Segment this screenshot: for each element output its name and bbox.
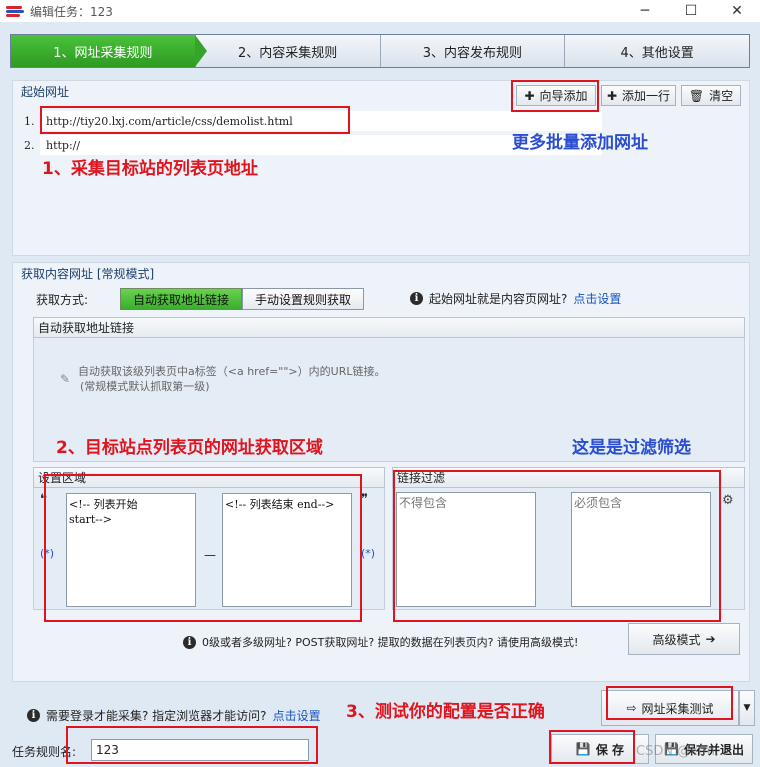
tab-url-rules[interactable]: 1、网址采集规则 <box>11 35 207 67</box>
save-button[interactable]: 💾 保 存 <box>551 734 649 764</box>
tab-label: 1、网址采集规则 <box>53 45 153 61</box>
info-icon: i <box>27 709 40 722</box>
chevron-down-icon: ▼ <box>743 703 751 713</box>
annotation-1: 1、采集目标站的列表页地址 <box>42 159 258 179</box>
method-auto-button[interactable]: 自动获取地址链接 <box>120 288 242 310</box>
plus-icon: ✚ <box>524 88 535 103</box>
step-tabs: 1、网址采集规则 2、内容采集规则 3、内容发布规则 4、其他设置 <box>10 34 750 68</box>
login-hint: i 需要登录才能采集? 指定浏览器才能访问? 点击设置 <box>27 707 321 724</box>
annotation-more-urls: 更多批量添加网址 <box>512 133 648 153</box>
method-manual-button[interactable]: 手动设置规则获取 <box>242 288 364 310</box>
title-bar: 编辑任务：123 ─ ☐ ✕ <box>0 0 760 22</box>
tab-other-settings[interactable]: 4、其他设置 <box>564 35 749 67</box>
annotation-filter: 这是是过滤筛选 <box>572 438 691 458</box>
arrow-right-icon: ➔ <box>705 632 716 646</box>
clear-button[interactable]: 🗑 清空 <box>681 85 741 106</box>
test-dropdown-button[interactable]: ▼ <box>739 690 755 726</box>
wildcard-left[interactable]: (*) <box>40 547 54 560</box>
trash-icon: 🗑 <box>688 88 705 103</box>
row-number: 2. <box>24 138 35 152</box>
method-label: 获取方式: <box>36 293 89 307</box>
tab-publish-rules[interactable]: 3、内容发布规则 <box>379 35 565 67</box>
auto-links-header: 自动获取地址链接 <box>33 317 745 338</box>
info-icon: i <box>410 292 423 305</box>
filter-header: 链接过滤 <box>392 467 745 488</box>
exclude-textarea[interactable]: 不得包含 <box>396 492 536 607</box>
auto-desc-line2: (常规模式默认抓取第一级) <box>80 380 210 393</box>
url-test-button[interactable]: ⇨ 网址采集测试 <box>601 690 739 726</box>
area-header: 设置区域 <box>33 467 385 488</box>
minimize-button[interactable]: ─ <box>622 0 668 22</box>
gear-icon[interactable]: ⚙ <box>722 493 734 508</box>
tab-label: 3、内容发布规则 <box>422 45 523 61</box>
include-textarea[interactable]: 必须包含 <box>571 492 711 607</box>
wizard-add-button[interactable]: ✚ 向导添加 <box>516 85 596 106</box>
floppy-icon: 💾 <box>575 742 591 756</box>
start-is-content-hint: i 起始网址就是内容页网址? 点击设置 <box>410 290 621 307</box>
task-name-input[interactable]: 123 <box>91 739 309 761</box>
quote-open-icon: ❝ <box>40 492 47 507</box>
content-urls-title: 获取内容网址 [常规模式] <box>21 267 155 281</box>
tab-content-rules[interactable]: 2、内容采集规则 <box>194 35 380 67</box>
info-icon: i <box>183 635 196 649</box>
annotation-2: 2、目标站点列表页的网址获取区域 <box>56 438 323 458</box>
wildcard-right[interactable]: (*) <box>361 547 375 560</box>
row-number: 1. <box>24 114 35 128</box>
dash-separator: — <box>204 548 216 562</box>
annotation-3: 3、测试你的配置是否正确 <box>346 702 545 722</box>
advanced-mode-button[interactable]: 高级模式 ➔ <box>628 623 740 655</box>
tab-label: 4、其他设置 <box>620 45 694 61</box>
list-end-textarea[interactable]: <!-- 列表结束 end--> <box>222 493 352 607</box>
list-start-textarea[interactable]: <!-- 列表开始 start--> <box>66 493 196 607</box>
auto-desc-line1: 自动获取该级列表页中a标签（<a href="">）内的URL链接。 <box>78 365 386 378</box>
watermark: CSDN @kfm... <box>636 744 728 759</box>
close-button[interactable]: ✕ <box>714 0 760 22</box>
tag-icon: ✎ <box>60 372 71 386</box>
task-name-label: 任务规则名: <box>12 745 77 759</box>
quote-close-icon: ❞ <box>361 492 368 507</box>
plus-icon: ✚ <box>606 88 618 103</box>
maximize-button[interactable]: ☐ <box>668 0 714 22</box>
add-row-button[interactable]: ✚ 添加一行 <box>601 85 676 106</box>
tab-label: 2、内容采集规则 <box>237 45 338 61</box>
set-link[interactable]: 点击设置 <box>573 290 621 307</box>
login-settings-link[interactable]: 点击设置 <box>273 707 321 724</box>
app-logo-icon <box>6 5 24 17</box>
start-urls-title: 起始网址 <box>21 85 70 99</box>
window-title: 编辑任务：123 <box>30 4 113 19</box>
run-icon: ⇨ <box>626 701 637 715</box>
advanced-hint: i 0级或者多级网址? POST获取网址? 提取的数据在列表页内? 请使用高级模… <box>183 634 578 650</box>
